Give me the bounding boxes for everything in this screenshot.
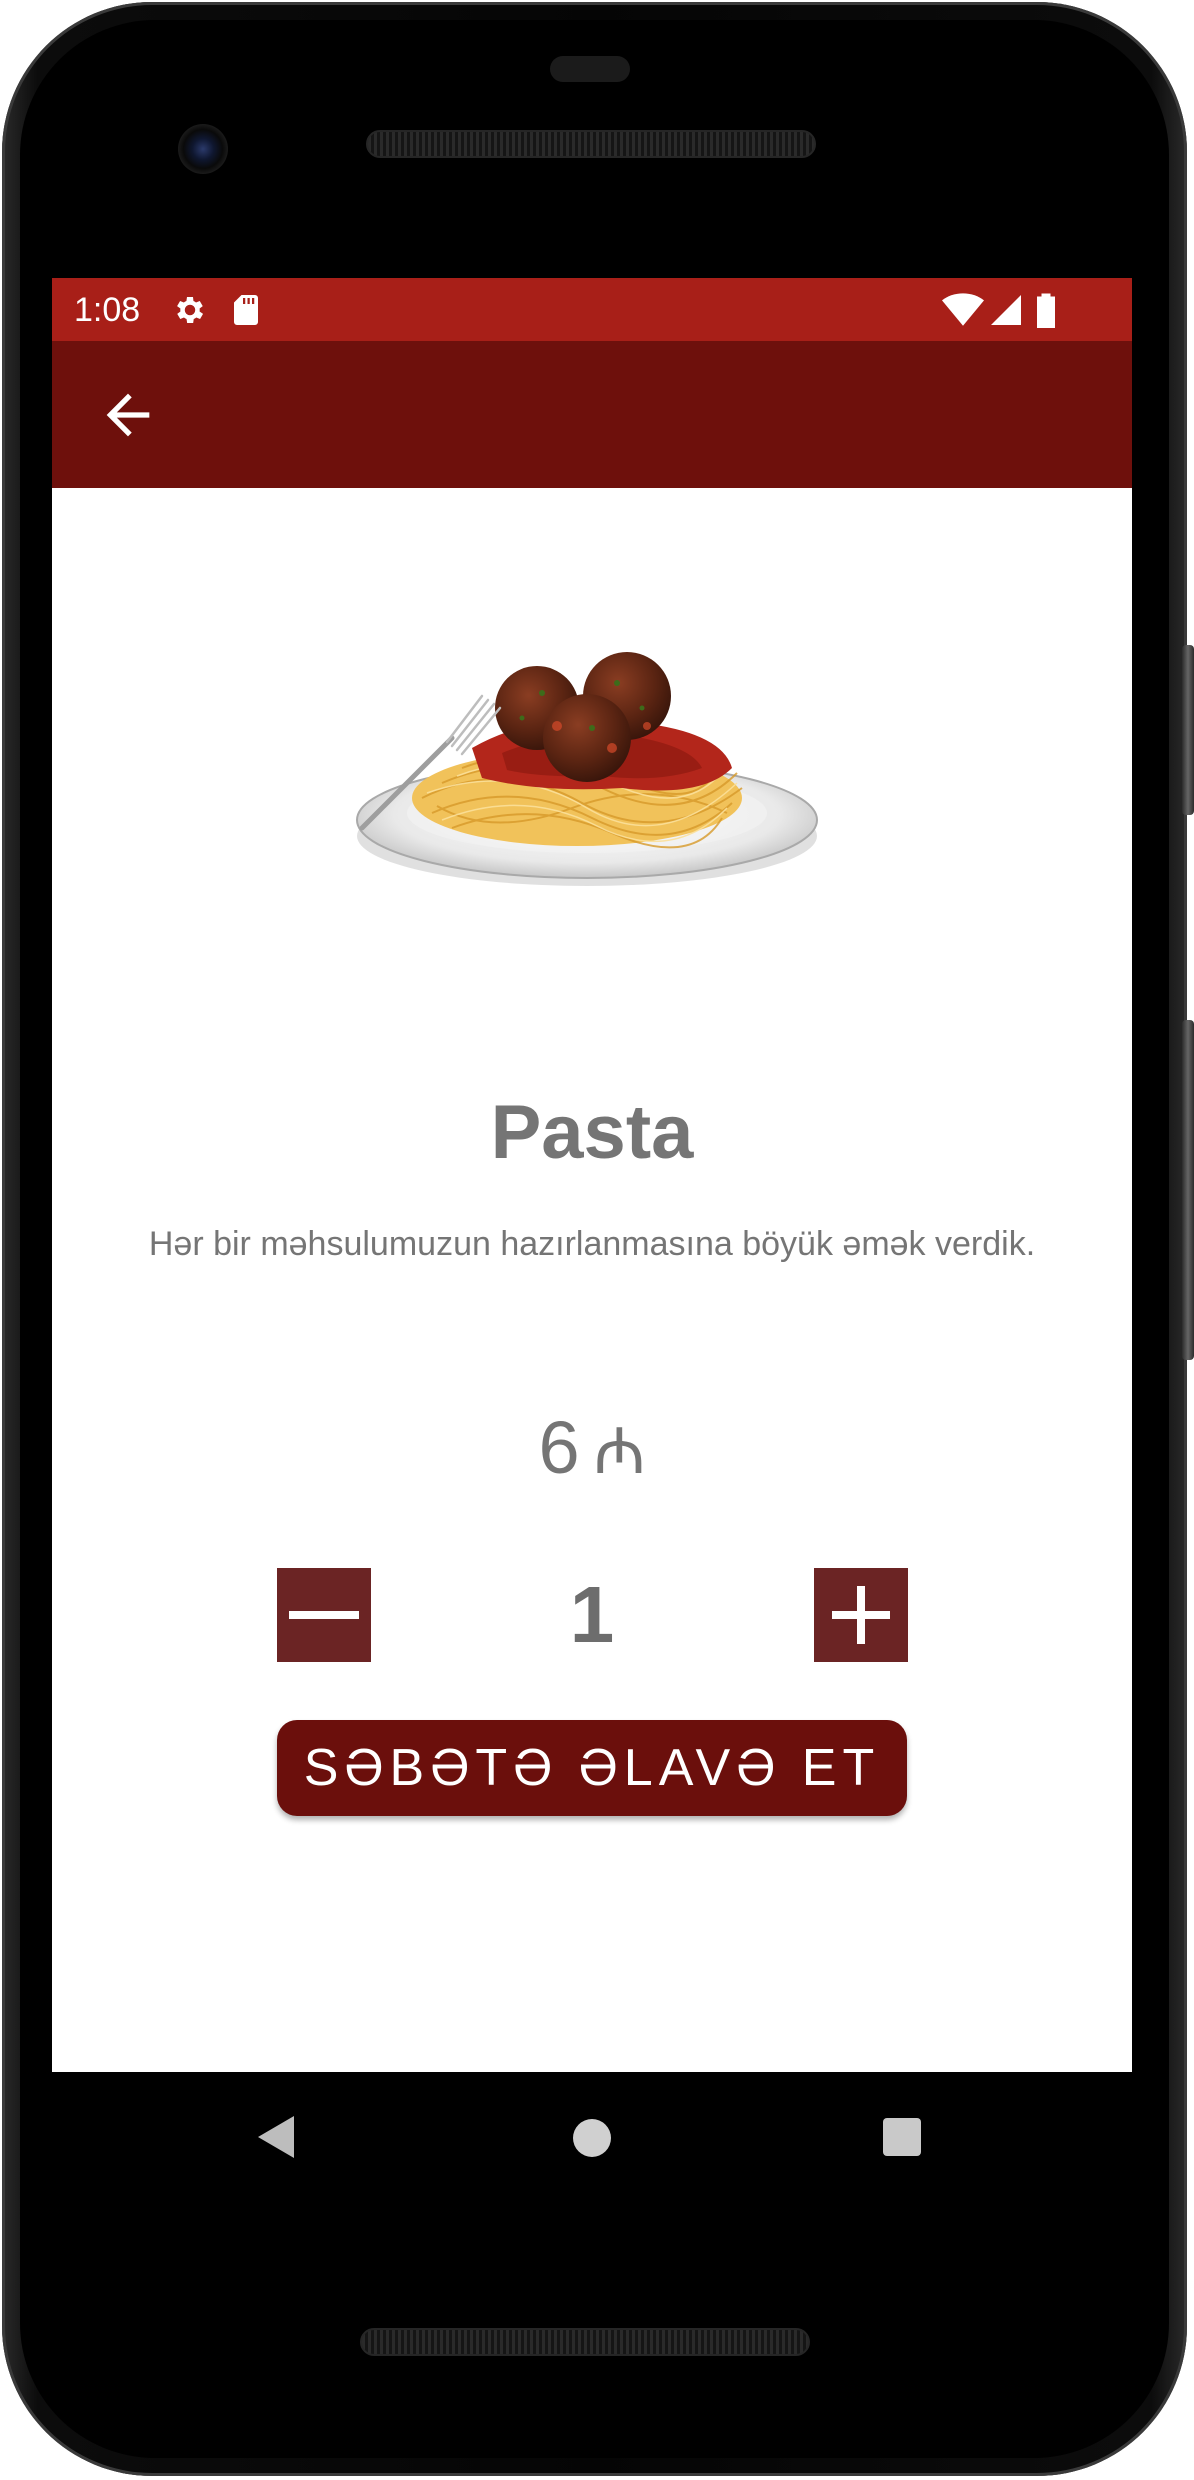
wifi-icon xyxy=(942,292,984,328)
battery-icon xyxy=(1034,292,1058,328)
arrow-left-icon xyxy=(106,393,150,437)
signal-icon xyxy=(988,292,1024,328)
sd-card-icon xyxy=(228,292,264,328)
product-image xyxy=(342,638,842,898)
nav-back-button[interactable] xyxy=(254,2112,298,2162)
earpiece-slot xyxy=(550,56,630,82)
volume-button xyxy=(1182,1020,1194,1360)
triangle-back-icon xyxy=(258,2116,294,2158)
product-description: Hər bir məhsulumuzun hazırlanmasına böyü… xyxy=(148,1225,1036,1263)
back-button[interactable] xyxy=(96,383,160,447)
power-button xyxy=(1182,645,1194,815)
minus-icon xyxy=(289,1611,359,1619)
circle-home-icon xyxy=(573,2119,611,2157)
add-to-cart-button[interactable]: SƏBƏTƏ ƏLAVƏ ET xyxy=(277,1720,907,1816)
price-value: 6 xyxy=(538,1406,580,1489)
square-recents-icon xyxy=(883,2118,921,2156)
status-time: 1:08 xyxy=(74,291,141,329)
decrease-quantity-button[interactable] xyxy=(277,1568,371,1662)
quantity-value: 1 xyxy=(569,1570,615,1659)
status-bar: 1:08 xyxy=(52,278,1132,341)
gear-icon xyxy=(172,292,208,328)
product-price: 6 ₼ xyxy=(52,1398,1132,1519)
front-camera xyxy=(178,124,228,174)
top-speaker xyxy=(366,130,816,158)
app-screen: 1:08 Pasta Hər bir məhsulumuzun hazırlan… xyxy=(52,278,1132,2072)
plus-icon xyxy=(832,1586,890,1644)
phone-frame: 1:08 Pasta Hər bir məhsulumuzun hazırlan… xyxy=(0,0,1194,2480)
price-currency: ₼ xyxy=(593,1415,646,1487)
increase-quantity-button[interactable] xyxy=(814,1568,908,1662)
nav-recents-button[interactable] xyxy=(882,2117,922,2157)
app-bar xyxy=(52,341,1132,488)
nav-home-button[interactable] xyxy=(572,2118,612,2158)
bottom-speaker xyxy=(360,2328,810,2356)
product-title: Pasta xyxy=(490,1090,694,1175)
